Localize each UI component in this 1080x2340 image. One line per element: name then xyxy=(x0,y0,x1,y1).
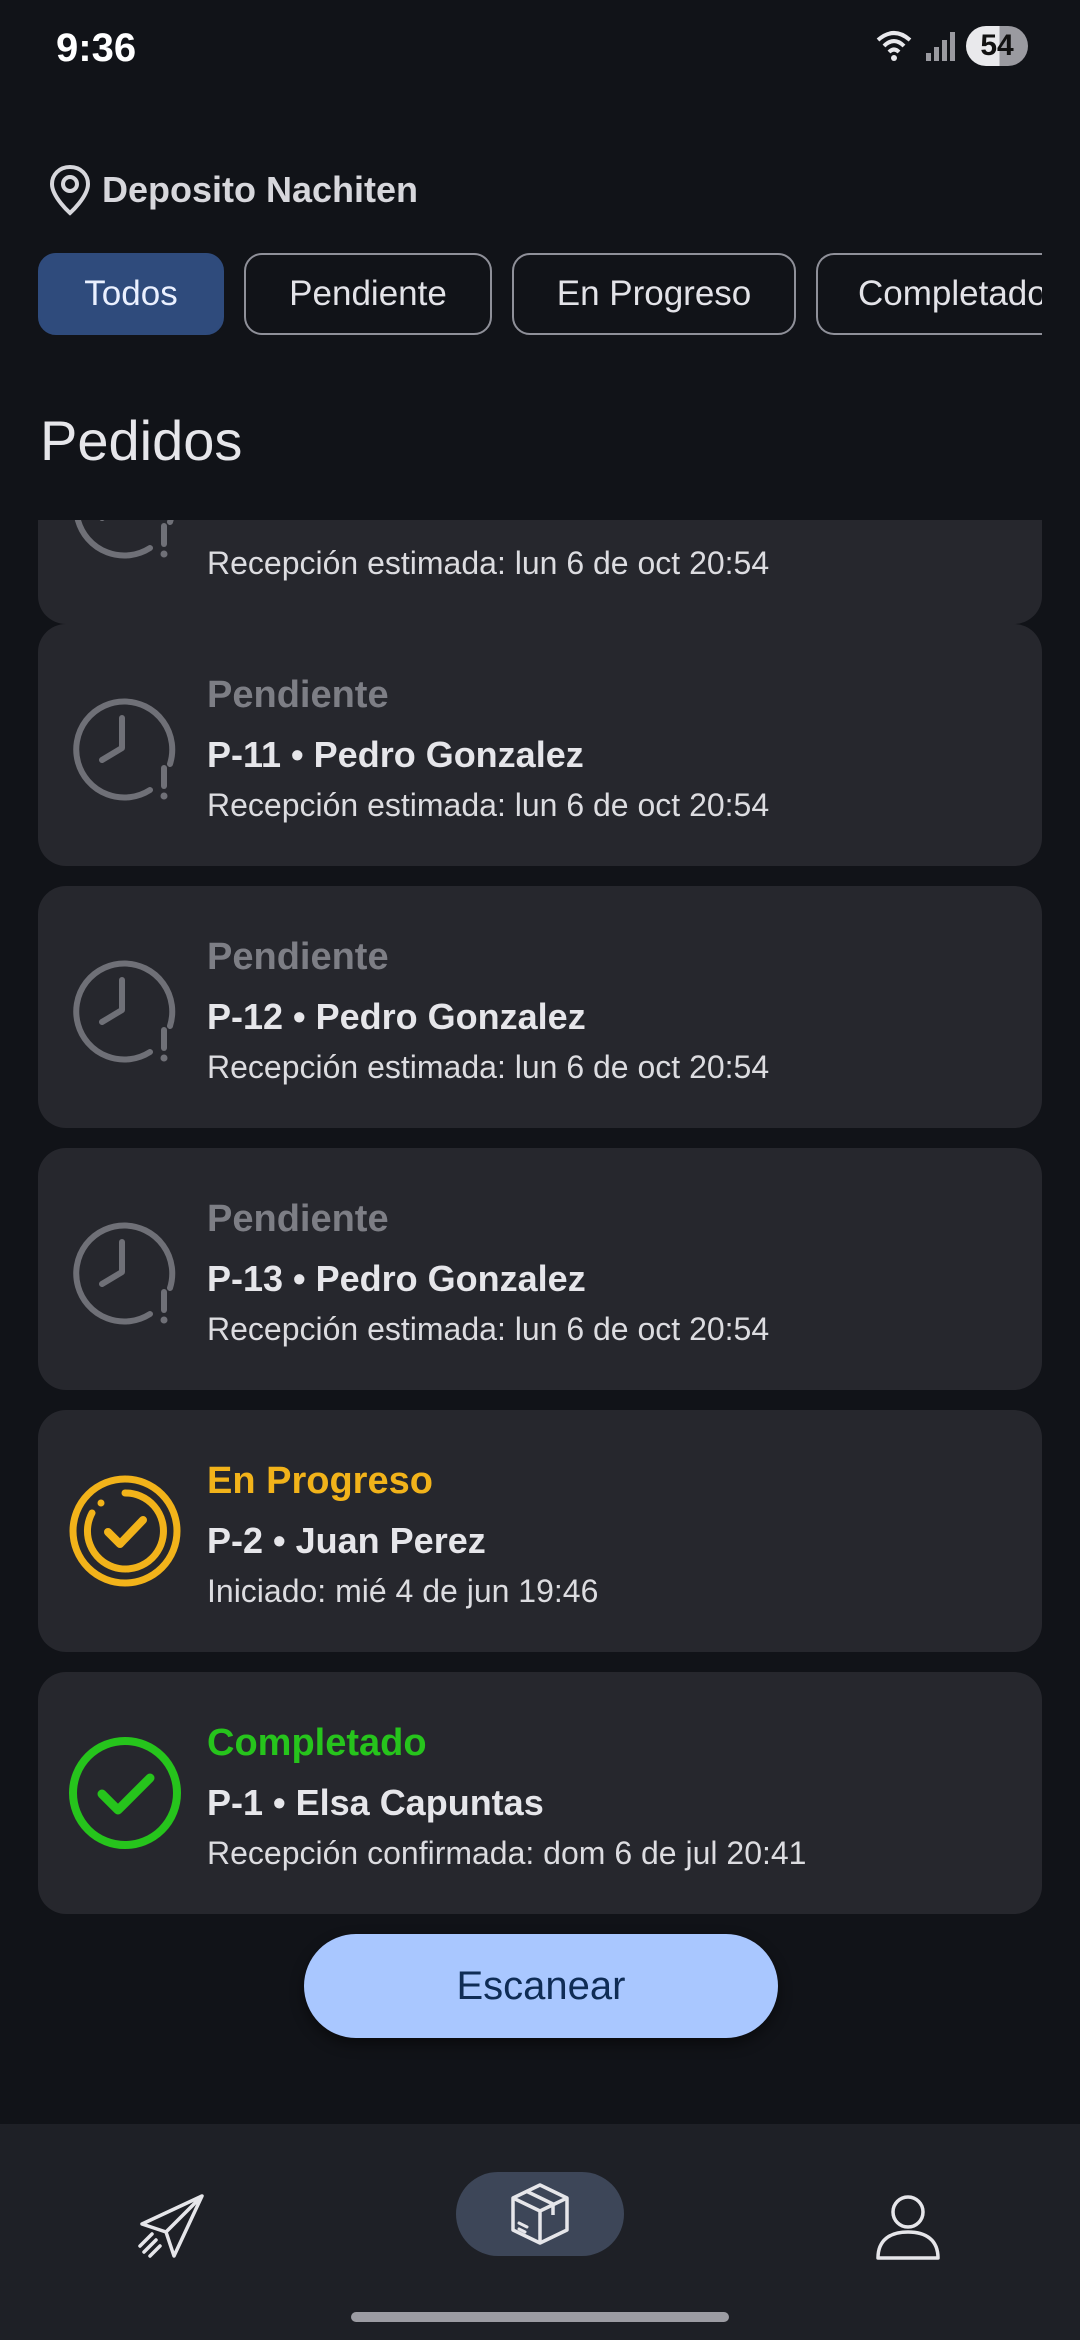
order-title: P-1 • Elsa Capuntas xyxy=(207,1782,544,1823)
status-bar: 9:36 54 xyxy=(0,0,1080,100)
bottom-nav xyxy=(0,2124,1080,2340)
battery-icon: 54 xyxy=(966,26,1028,66)
order-status: Pendiente xyxy=(207,936,389,978)
status-time: 9:36 xyxy=(56,26,137,70)
location-label: Deposito Nachiten xyxy=(102,169,419,210)
scan-button[interactable]: Escanear xyxy=(304,1934,778,2038)
order-status: Pendiente xyxy=(207,674,389,716)
status-icons: 54 xyxy=(874,26,1028,66)
signal-icon xyxy=(926,32,955,61)
filter-chip-todos[interactable]: Todos xyxy=(38,253,224,335)
package-icon xyxy=(511,2183,569,2245)
order-card[interactable]: Pendiente P-11 • Pedro Gonzalez Recepció… xyxy=(38,624,1042,866)
order-subtitle: Recepción estimada: lun 6 de oct 20:54 xyxy=(207,1049,770,1085)
filter-chip-en-progreso[interactable]: En Progreso xyxy=(512,253,796,335)
order-status: En Progreso xyxy=(207,1460,433,1502)
nav-send[interactable] xyxy=(120,2174,224,2278)
filter-chips: Todos Pendiente En Progreso Completado xyxy=(38,253,1042,339)
location-header[interactable]: Deposito Nachiten xyxy=(48,164,418,216)
location-pin-icon xyxy=(49,164,91,216)
clock-alert-icon xyxy=(73,960,176,1063)
order-title: P-11 • Pedro Gonzalez xyxy=(207,734,584,775)
order-subtitle: Recepción estimada: lun 6 de oct 20:54 xyxy=(207,1311,770,1347)
filter-chip-pendiente[interactable]: Pendiente xyxy=(244,253,492,335)
orders-list[interactable]: Recepción estimada: lun 6 de oct 20:54 P… xyxy=(38,520,1042,1918)
order-subtitle: Iniciado: mié 4 de jun 19:46 xyxy=(207,1573,599,1609)
wifi-icon xyxy=(876,31,912,61)
order-card[interactable]: En Progreso P-2 • Juan Perez Iniciado: m… xyxy=(38,1410,1042,1652)
order-title: P-13 • Pedro Gonzalez xyxy=(207,1258,586,1299)
nav-orders[interactable] xyxy=(456,2172,624,2256)
in-progress-check-icon xyxy=(69,1475,181,1587)
app-screen: 9:36 54 Deposito Nachiten Todos Pendient… xyxy=(0,0,1080,2340)
nav-profile[interactable] xyxy=(856,2174,960,2278)
clock-alert-icon xyxy=(73,698,176,801)
clock-alert-icon xyxy=(74,520,174,559)
clock-alert-icon xyxy=(73,1222,176,1325)
order-status: Completado xyxy=(207,1722,427,1764)
order-card[interactable]: Recepción estimada: lun 6 de oct 20:54 xyxy=(38,520,1042,624)
order-subtitle: Recepción confirmada: dom 6 de jul 20:41 xyxy=(207,1835,807,1871)
page-title: Pedidos xyxy=(40,409,243,472)
order-card[interactable]: Pendiente P-12 • Pedro Gonzalez Recepció… xyxy=(38,886,1042,1128)
order-card[interactable]: Pendiente P-13 • Pedro Gonzalez Recepció… xyxy=(38,1148,1042,1390)
order-title: P-12 • Pedro Gonzalez xyxy=(207,996,586,1037)
order-status: Pendiente xyxy=(207,1198,389,1240)
order-card[interactable]: Completado P-1 • Elsa Capuntas Recepción… xyxy=(38,1672,1042,1914)
filter-chip-completado[interactable]: Completado xyxy=(816,253,1042,335)
order-subtitle: Recepción estimada: lun 6 de oct 20:54 xyxy=(207,545,770,581)
order-subtitle: Recepción estimada: lun 6 de oct 20:54 xyxy=(207,787,770,823)
order-title: P-2 • Juan Perez xyxy=(207,1520,486,1561)
profile-icon xyxy=(876,2195,940,2260)
check-circle-icon xyxy=(69,1737,181,1849)
send-icon xyxy=(138,2194,204,2258)
home-indicator[interactable] xyxy=(351,2312,729,2322)
